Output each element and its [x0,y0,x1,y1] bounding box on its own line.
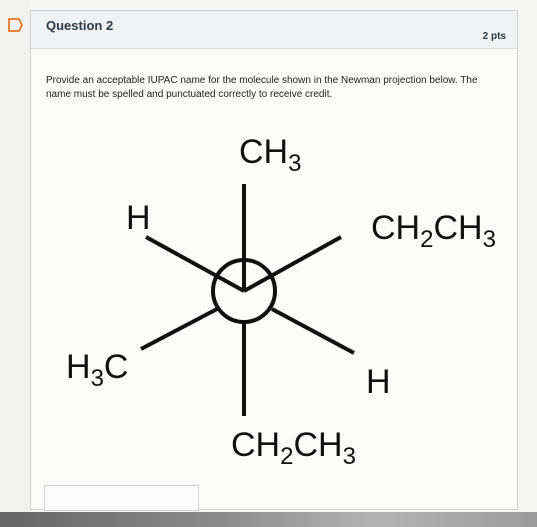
monitor-bottom-edge [0,512,537,527]
label-front-left: H [126,199,151,237]
label-front-top: CH3 [239,133,301,177]
answer-input[interactable] [44,485,199,511]
quiz-page: Question 2 2 pts Provide an acceptable I… [0,0,537,512]
question-header: Question 2 2 pts [31,11,517,49]
screen: Question 2 2 pts Provide an acceptable I… [0,0,537,527]
question-points: 2 pts [482,31,506,42]
question-prompt: Provide an acceptable IUPAC name for the… [46,75,478,100]
question-rail [0,0,30,512]
label-back-right: H [366,363,391,401]
newman-projection: CH3 H CH2CH3 H3C H CH2CH3 [66,133,496,470]
back-bond-right [271,307,355,355]
label-bottom: CH2CH3 [231,426,356,470]
flag-icon[interactable] [7,17,23,33]
question-card: Question 2 2 pts Provide an acceptable I… [30,10,518,511]
label-front-right: CH2CH3 [371,209,496,253]
question-title: Question 2 [46,18,114,33]
label-back-left: H3C [66,348,128,392]
back-bond-left [140,307,218,351]
